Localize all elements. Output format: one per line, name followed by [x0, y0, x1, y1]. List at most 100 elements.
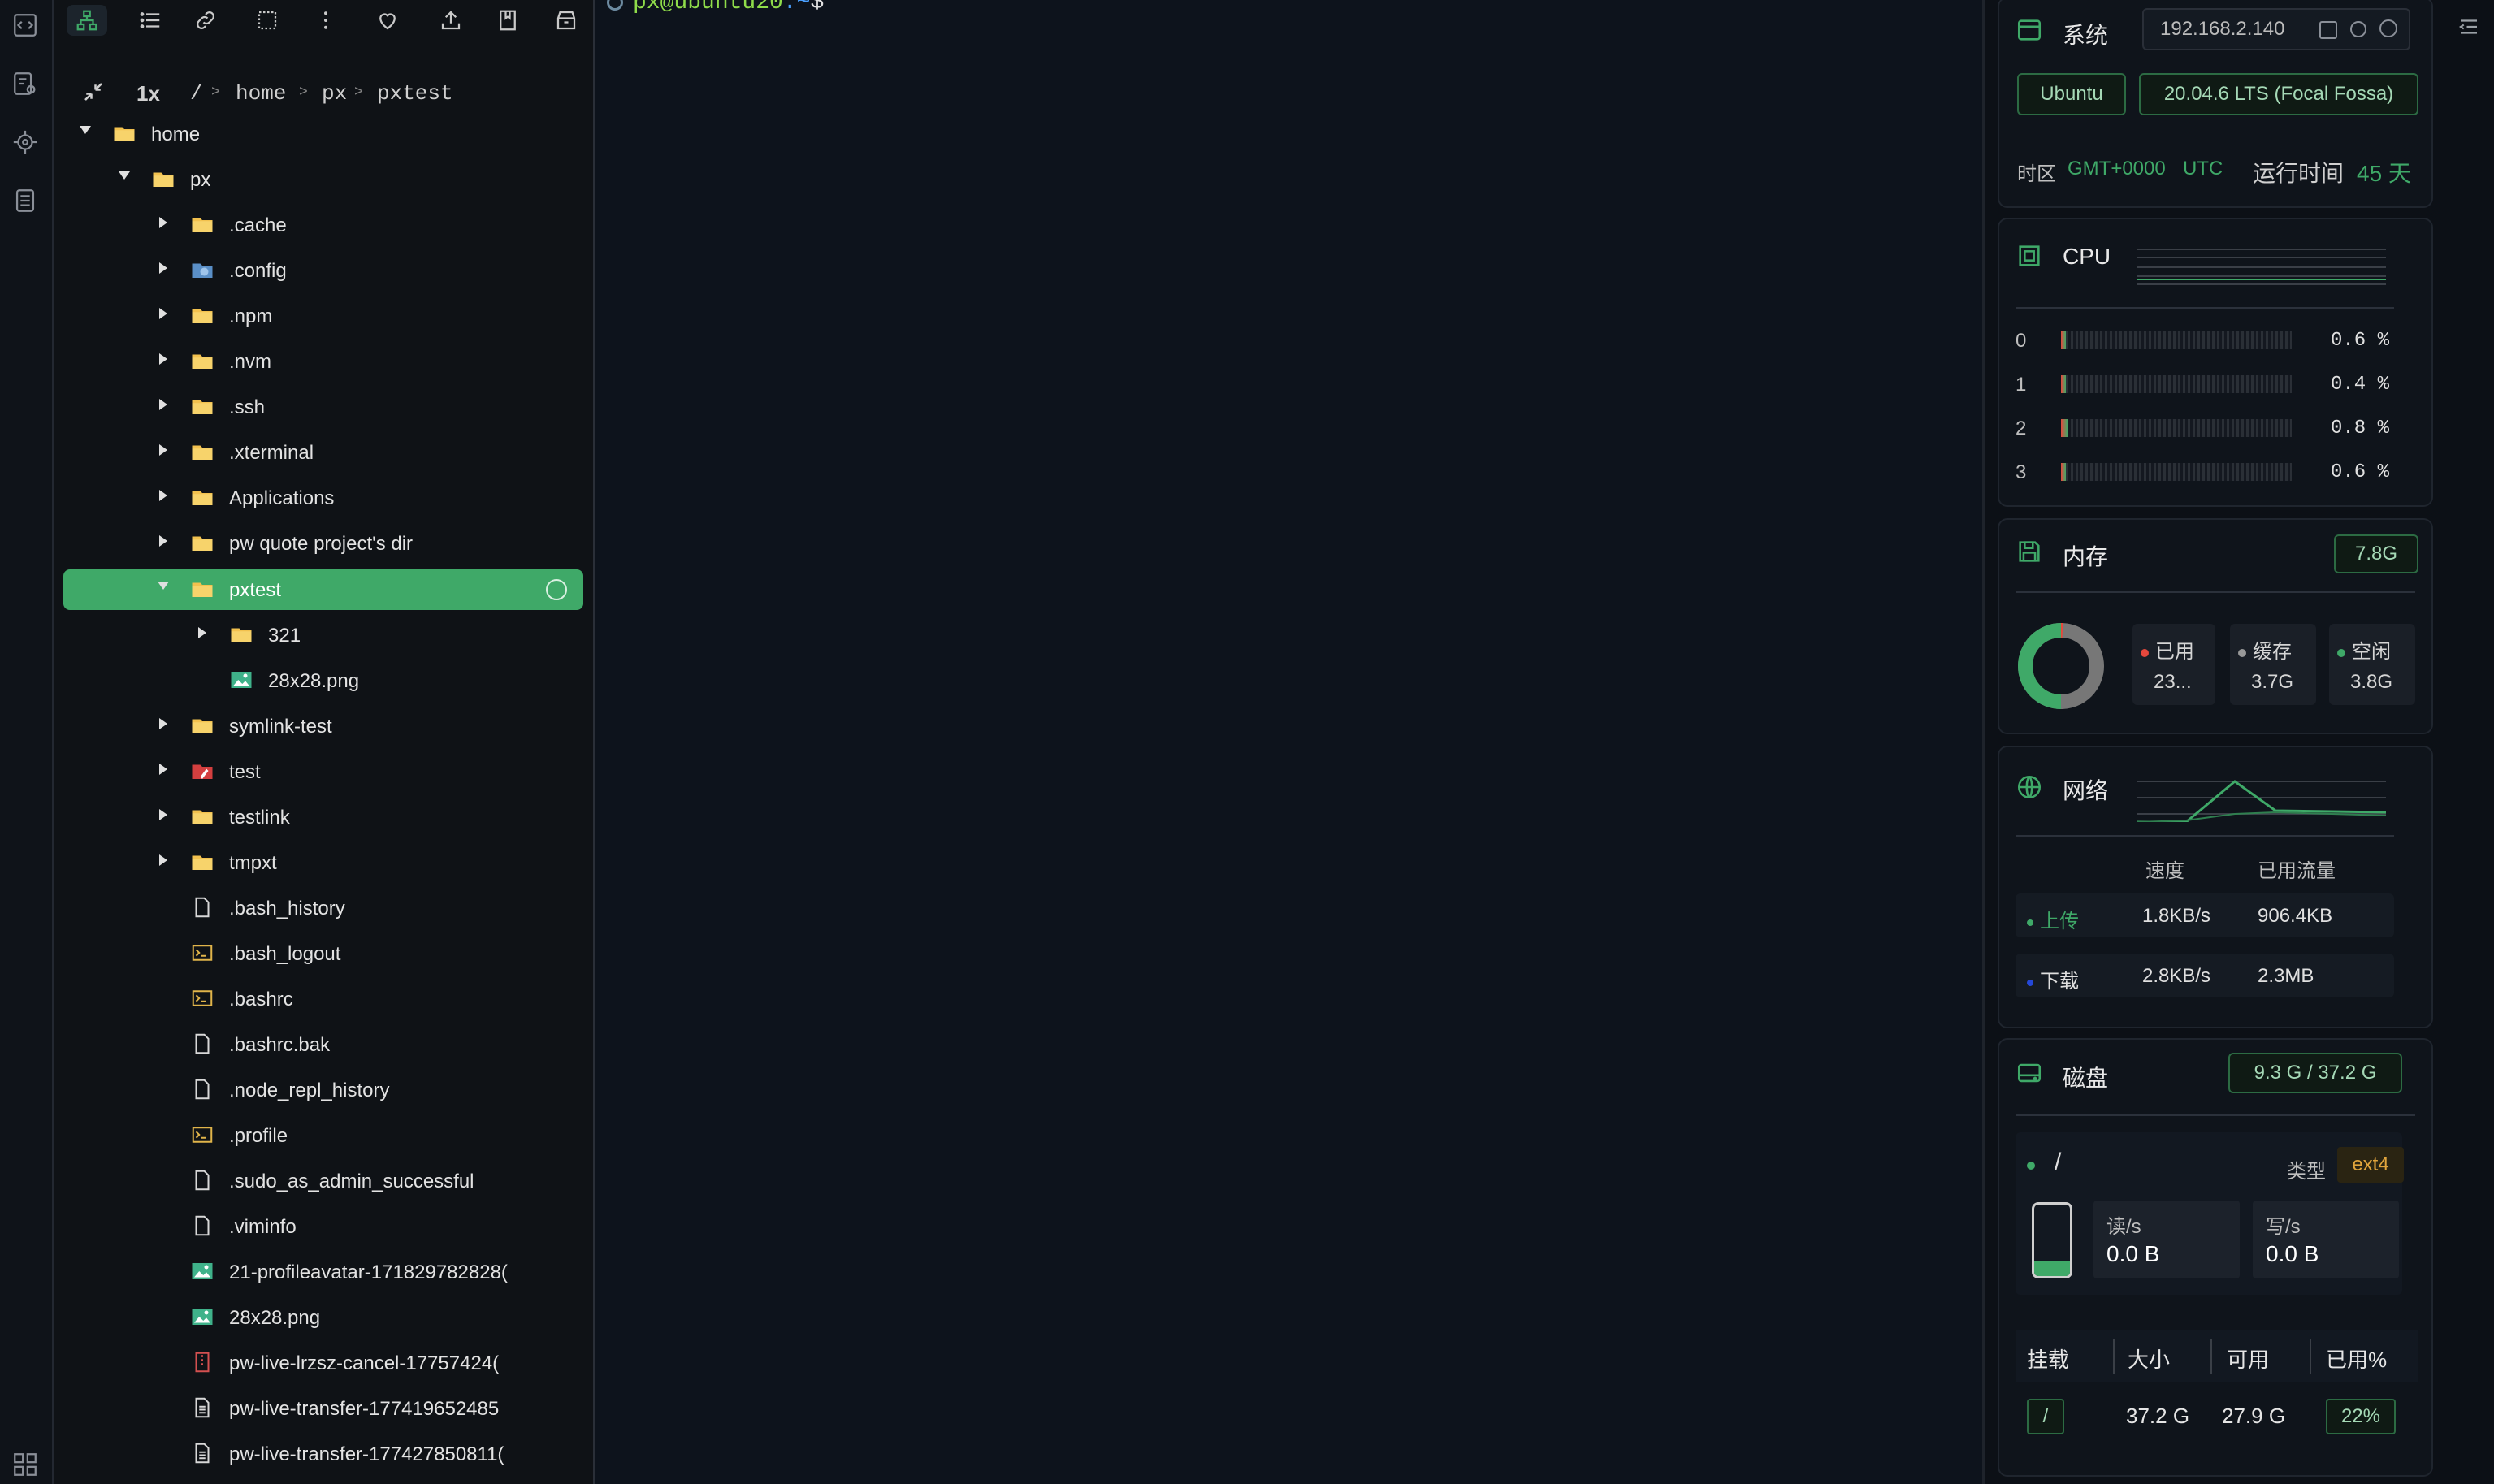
ip-field[interactable]: 192.168.2.140	[2142, 8, 2410, 50]
tree-item-label: pw-live-transfer-177419652485	[229, 1398, 500, 1420]
folder-item[interactable]: pxtest	[63, 569, 583, 610]
folder-item[interactable]: symlink-test	[63, 706, 583, 746]
file-item[interactable]: .bashrc.bak	[63, 1024, 583, 1065]
file-panel: 1x / > home > px > pxtest home px .cache .c…	[54, 0, 595, 1484]
settings-icon[interactable]	[2379, 19, 2397, 37]
tree-item-label: pw-live-lrzsz-cancel-17757424(	[229, 1352, 500, 1374]
network-title: 网络	[2063, 778, 2109, 803]
file-item[interactable]: pw-live-transfer-177419652485	[63, 1388, 583, 1429]
uptime-value: 45 天	[2357, 161, 2411, 186]
shell-icon	[190, 1123, 214, 1147]
file-item[interactable]: .viminfo	[63, 1206, 583, 1247]
chevron-right-icon[interactable]	[159, 854, 167, 866]
folder-item[interactable]: testlink	[63, 797, 583, 837]
list-view-icon[interactable]	[130, 5, 171, 36]
breadcrumb-root[interactable]: /	[190, 81, 203, 106]
tree-item-label: .viminfo	[229, 1216, 297, 1238]
file-item[interactable]: .node_repl_history	[63, 1070, 583, 1110]
chevron-right-icon[interactable]	[159, 262, 167, 274]
upload-row: 上传 1.8KB/s 906.4KB	[2016, 893, 2394, 937]
chevron-right-icon[interactable]	[159, 353, 167, 365]
folder-item[interactable]: pw quote project's dir	[63, 523, 583, 564]
folder-item[interactable]: .ssh	[63, 387, 583, 427]
status-icon	[607, 0, 623, 11]
breadcrumb-pxtest[interactable]: pxtest	[377, 81, 453, 106]
chevron-down-icon[interactable]	[158, 582, 169, 590]
chevron-right-icon[interactable]	[159, 308, 167, 319]
folder-item[interactable]: .config	[63, 250, 583, 291]
chevron-right-icon[interactable]	[159, 764, 167, 775]
tree-view-icon[interactable]	[67, 5, 107, 36]
copy-icon[interactable]	[2319, 21, 2337, 39]
folder-icon	[190, 348, 214, 373]
file-manager-icon[interactable]	[11, 70, 39, 97]
file-item[interactable]: 21-profileavatar-171829782828(	[63, 1252, 583, 1292]
network-icon[interactable]	[2350, 21, 2366, 37]
tree-item-label: test	[229, 761, 261, 783]
breadcrumb-home[interactable]: home	[236, 81, 286, 106]
folder-item[interactable]: test	[63, 751, 583, 792]
chevron-right-icon[interactable]	[159, 444, 167, 456]
file-icon	[190, 1077, 214, 1101]
chevron-down-icon[interactable]	[80, 126, 91, 134]
collapse-icon[interactable]	[81, 80, 106, 110]
disk-icon	[2016, 1059, 2043, 1087]
folder-item[interactable]: .cache	[63, 205, 583, 245]
tree-item-label: px	[190, 169, 211, 191]
file-item[interactable]: pw-live-lrzsz-cancel-17757424(	[63, 1343, 583, 1383]
target-icon[interactable]	[11, 128, 39, 156]
mount-path: /	[2055, 1149, 2062, 1175]
disk-table-row: / 37.2 G 27.9 G 22%	[2016, 1389, 2418, 1441]
folder-item[interactable]: 321	[63, 615, 583, 655]
chevron-right-icon[interactable]	[159, 718, 167, 729]
disk-card: 磁盘 9.3 G / 37.2 G / 类型 ext4 读/s 0.0 B 写/…	[1998, 1038, 2433, 1477]
folder-item[interactable]: .npm	[63, 296, 583, 336]
folder-item[interactable]: home	[63, 114, 583, 154]
cpu-core-value: 0.8 %	[2331, 418, 2390, 439]
file-item[interactable]: .bash_logout	[63, 933, 583, 974]
disk-table-header: 挂载 大小 可用 已用%	[2016, 1330, 2418, 1382]
folder-item[interactable]: px	[63, 159, 583, 200]
file-item[interactable]: .bash_history	[63, 888, 583, 928]
favorite-icon[interactable]	[367, 5, 408, 36]
file-item[interactable]: pw-live-transfer-177427850811(	[63, 1434, 583, 1474]
folder-item[interactable]: tmpxt	[63, 842, 583, 883]
file-item[interactable]: 28x28.png	[63, 1297, 583, 1338]
chevron-down-icon[interactable]	[119, 171, 130, 180]
chevron-right-icon[interactable]	[159, 490, 167, 501]
breadcrumb-px[interactable]: px	[322, 81, 347, 106]
grid-icon[interactable]	[11, 1451, 39, 1478]
more-icon[interactable]	[305, 5, 346, 36]
zoom-level[interactable]: 1x	[136, 81, 160, 106]
chevron-right-icon[interactable]	[159, 217, 167, 228]
chevron-right-icon[interactable]	[159, 809, 167, 820]
upload-icon[interactable]	[431, 5, 471, 36]
terminal[interactable]: px@ubuntu20:~$	[595, 0, 1982, 1484]
select-icon[interactable]	[247, 5, 288, 36]
chevron-right-icon[interactable]	[159, 399, 167, 410]
chevron-right-icon[interactable]	[198, 627, 206, 638]
image-icon	[190, 1259, 214, 1283]
code-icon[interactable]	[11, 11, 39, 39]
info-icon[interactable]	[546, 579, 567, 600]
file-item[interactable]: .profile	[63, 1115, 583, 1156]
tree-item-label: .ssh	[229, 396, 266, 418]
file-item[interactable]: .sudo_as_admin_successful	[63, 1161, 583, 1201]
network-sparkline	[2137, 780, 2386, 822]
file-item[interactable]: .bashrc	[63, 979, 583, 1019]
folder-item[interactable]: .xterminal	[63, 432, 583, 473]
upload-traffic: 906.4KB	[2258, 905, 2333, 927]
archive-icon[interactable]	[546, 5, 587, 36]
folder-icon	[190, 530, 214, 555]
sidebar-toggle-icon[interactable]	[2457, 15, 2481, 39]
list-icon[interactable]	[11, 187, 39, 214]
file-item[interactable]: 28x28.png	[63, 660, 583, 701]
folder-item[interactable]: Applications	[63, 478, 583, 518]
chevron-right-icon[interactable]	[159, 535, 167, 547]
link-icon[interactable]	[185, 5, 226, 36]
tree-item-label: tmpxt	[229, 852, 277, 874]
folder-item[interactable]: .nvm	[63, 341, 583, 382]
bookmark-icon[interactable]	[487, 5, 528, 36]
tree-item-label: .bash_history	[229, 898, 345, 919]
image-icon	[190, 1304, 214, 1329]
